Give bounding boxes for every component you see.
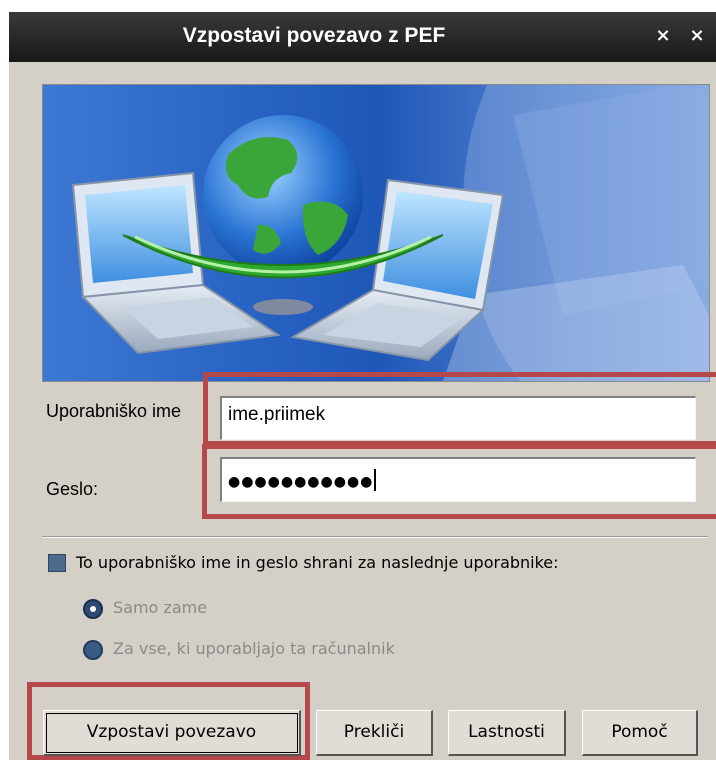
save-credentials-label: To uporabniško ime in geslo shrani za na… bbox=[76, 553, 559, 572]
password-label: Geslo: bbox=[46, 479, 99, 499]
close-icon[interactable]: × bbox=[652, 24, 674, 48]
title-bar: Vzpostavi povezavo z PEF × × bbox=[9, 12, 716, 62]
dialog-title: Vzpostavi povezavo z PEF bbox=[182, 24, 446, 47]
separator bbox=[42, 536, 708, 538]
help-button[interactable]: Pomoč bbox=[582, 710, 698, 756]
connect-button[interactable]: Vzpostavi povezavo bbox=[43, 710, 301, 756]
radio-label-only-me: Samo zame bbox=[113, 598, 208, 617]
connect-dialog: Vzpostavi povezavo z PEF × × Uporabniško… bbox=[9, 12, 716, 760]
radio-icon-everyone[interactable] bbox=[83, 640, 103, 660]
password-mask: ●●●●●●●●●●● bbox=[228, 474, 374, 490]
checkbox-icon[interactable] bbox=[48, 554, 66, 572]
network-globe-laptops-icon bbox=[43, 85, 709, 381]
close-icon-secondary[interactable]: × bbox=[686, 24, 708, 48]
password-input[interactable]: ●●●●●●●●●●● bbox=[220, 457, 696, 502]
text-caret bbox=[374, 469, 377, 491]
network-banner bbox=[42, 84, 710, 382]
radio-icon-only-me[interactable] bbox=[83, 599, 103, 619]
username-input[interactable]: ime.priimek bbox=[220, 396, 696, 440]
radio-label-everyone: Za vse, ki uporabljajo ta računalnik bbox=[113, 639, 395, 658]
properties-button[interactable]: Lastnosti bbox=[448, 710, 566, 756]
cancel-button[interactable]: Prekliči bbox=[316, 710, 433, 756]
username-label: Uporabniško ime bbox=[46, 401, 182, 421]
